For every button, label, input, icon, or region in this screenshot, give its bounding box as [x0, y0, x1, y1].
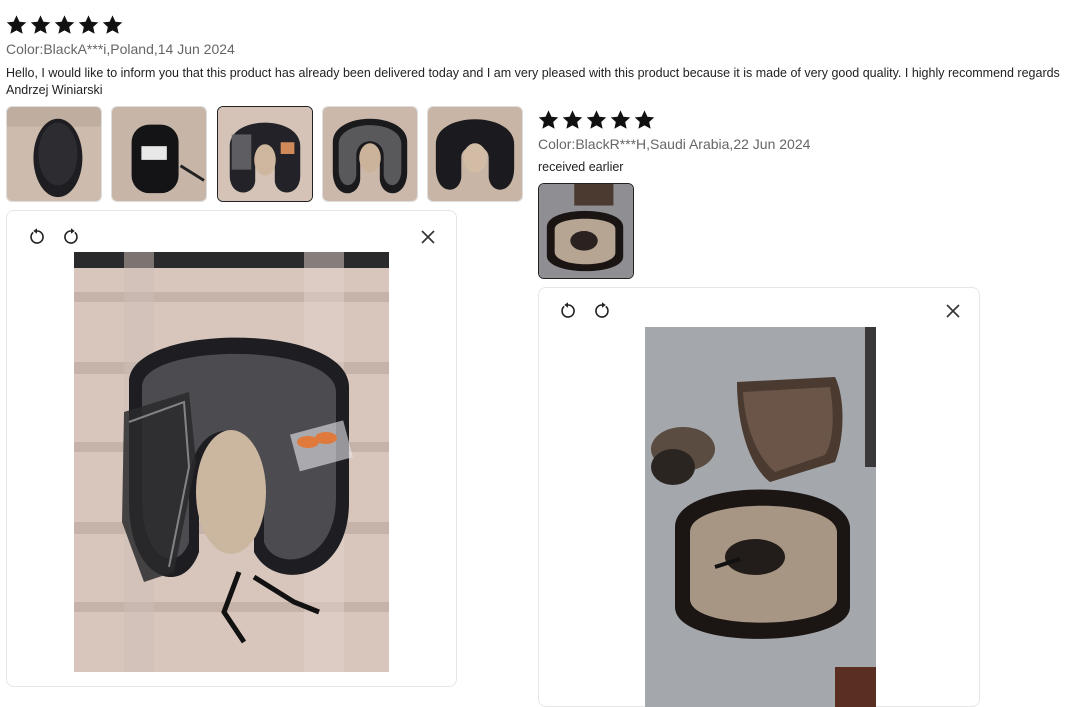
image-viewer	[6, 210, 457, 687]
review-text: received earlier	[538, 160, 624, 174]
rotate-left-icon[interactable]	[558, 301, 578, 321]
rotate-right-icon[interactable]	[61, 227, 81, 247]
review-photo	[645, 327, 876, 707]
star-icon	[54, 15, 75, 34]
rotate-right-icon[interactable]	[592, 301, 612, 321]
star-icon	[78, 15, 99, 34]
close-icon[interactable]	[418, 227, 438, 247]
review-meta: Color:BlackR***H,Saudi Arabia,22 Jun 202…	[538, 136, 811, 152]
review-thumbnail[interactable]	[111, 106, 207, 202]
close-icon[interactable]	[943, 301, 963, 321]
star-icon	[586, 110, 607, 129]
review-thumbnail-selected[interactable]	[538, 183, 634, 279]
star-icon	[102, 15, 123, 34]
review-thumbnail[interactable]	[6, 106, 102, 202]
star-icon	[6, 15, 27, 34]
rating-stars	[5, 14, 124, 36]
review-text: Hello, I would like to inform you that t…	[6, 66, 1060, 97]
review-2: Color:BlackR***H,Saudi Arabia,22 Jun 202…	[537, 108, 1082, 707]
star-icon	[610, 110, 631, 129]
image-viewer	[538, 287, 980, 707]
review-thumbnail-selected[interactable]	[217, 106, 313, 202]
star-icon	[634, 110, 655, 129]
star-icon	[30, 15, 51, 34]
star-icon	[562, 110, 583, 129]
review-thumbnail[interactable]	[427, 106, 523, 202]
review-meta: Color:BlackA***i,Poland,14 Jun 2024	[6, 41, 235, 57]
rotate-left-icon[interactable]	[27, 227, 47, 247]
star-icon	[538, 110, 559, 129]
review-photo	[74, 252, 389, 672]
review-thumbnail[interactable]	[322, 106, 418, 202]
rating-stars	[537, 109, 656, 131]
